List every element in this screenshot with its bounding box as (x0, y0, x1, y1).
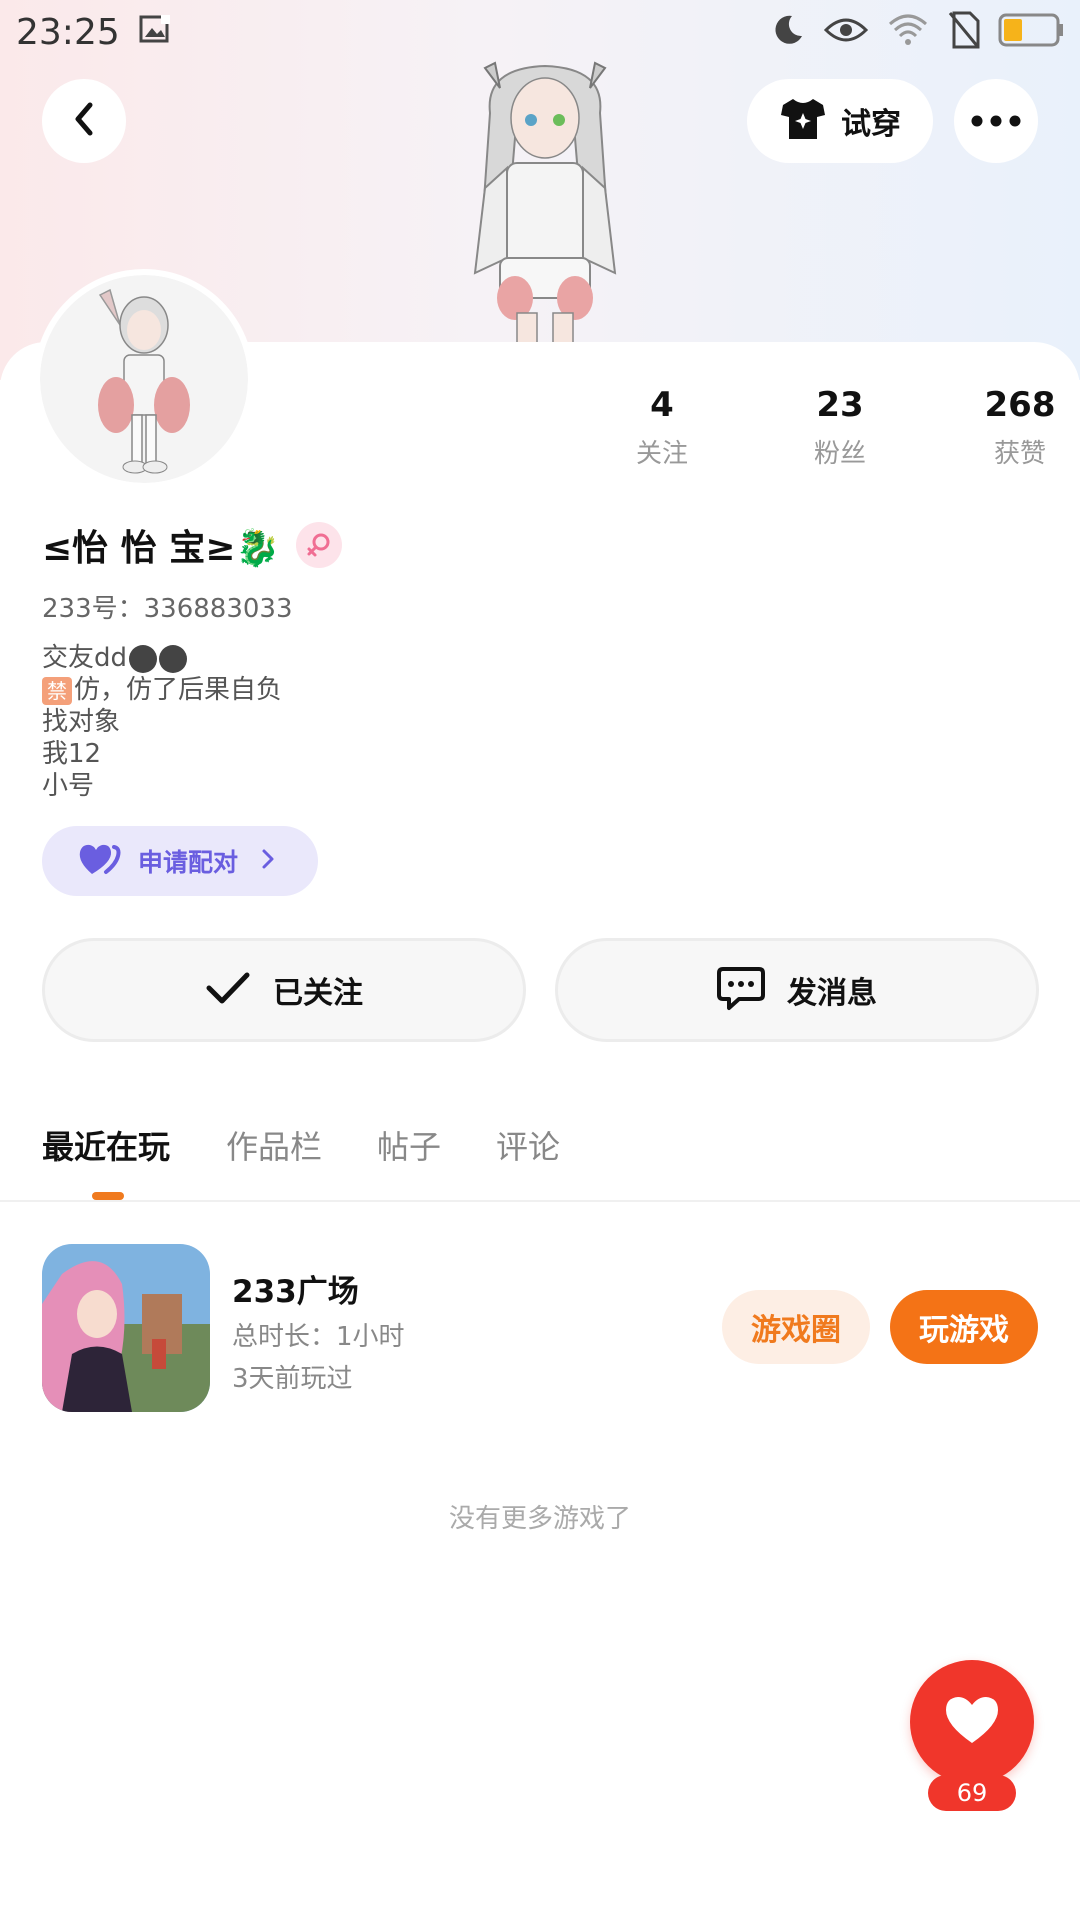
game-duration: 总时长：1小时 (232, 1322, 405, 1352)
status-time: 23:25 (16, 11, 120, 53)
more-options-button[interactable] (954, 79, 1038, 163)
game-icon[interactable] (42, 1244, 210, 1412)
chat-bubble-icon (717, 965, 765, 1015)
tab-works[interactable]: 作品栏 (226, 1122, 322, 1168)
stat-likes[interactable]: 268 获赞 (940, 385, 1080, 470)
ban-mark: 禁 (42, 676, 72, 705)
active-tab-indicator (92, 1192, 124, 1200)
try-on-button[interactable]: 试穿 (747, 79, 933, 163)
tab-comments[interactable]: 评论 (496, 1122, 560, 1168)
eye-icon (823, 14, 869, 50)
profile-bio: 交友dd 禁仿，仿了后果自负 找对象 我12 小号 (42, 642, 282, 802)
header-avatar-character (445, 58, 645, 349)
profile-uid: 233号：336883033 (42, 594, 293, 624)
game-title: 233广场 (232, 1274, 359, 1310)
stat-likes-label: 获赞 (993, 439, 1046, 469)
female-gender-icon (296, 522, 343, 568)
profile-tabs: 最近在玩 作品栏 帖子 评论 (0, 1110, 1080, 1202)
stat-fans-label: 粉丝 (813, 439, 866, 469)
bio-line-3: 找对象 (42, 707, 121, 737)
bio-line-1: 交友dd (42, 642, 282, 674)
bio-line-1-text: 交友dd (42, 643, 128, 673)
do-not-disturb-icon (770, 12, 806, 52)
chevron-right-icon (260, 848, 276, 874)
back-button[interactable] (42, 79, 126, 163)
profile-name: ≤怡 怡 宝≥🐉 (42, 528, 281, 569)
stat-following-label: 关注 (635, 439, 688, 469)
wifi-icon (886, 12, 930, 52)
face-emoji-icon (129, 644, 158, 673)
no-more-games-text: 没有更多游戏了 (448, 1504, 631, 1534)
status-icons (770, 11, 1064, 53)
stat-fans[interactable]: 23 粉丝 (760, 385, 920, 470)
apply-pair-label: 申请配对 (138, 848, 239, 877)
name-row: ≤怡 怡 宝≥🐉 (42, 520, 343, 570)
send-message-button[interactable]: 发消息 (555, 938, 1039, 1042)
face-emoji-icon (159, 644, 188, 673)
game-last-played: 3天前玩过 (232, 1364, 353, 1394)
send-message-label: 发消息 (787, 976, 877, 1011)
check-icon (205, 971, 251, 1009)
like-button[interactable] (910, 1660, 1034, 1784)
bio-line-4: 我12 (42, 739, 102, 769)
more-dots-icon (971, 112, 1021, 131)
tab-posts[interactable]: 帖子 (377, 1122, 441, 1168)
double-heart-icon (78, 842, 122, 880)
image-notification-icon (138, 13, 172, 51)
profile-avatar[interactable] (40, 275, 248, 483)
status-bar: 23:25 (0, 0, 1080, 64)
stat-following-value: 4 (650, 385, 674, 425)
stat-likes-value: 268 (984, 385, 1056, 425)
stat-following[interactable]: 4 关注 (582, 385, 742, 470)
bio-line-2: 禁仿，仿了后果自负 (42, 674, 282, 706)
game-circle-button[interactable]: 游戏圈 (722, 1290, 870, 1364)
bio-line-2-text: 仿，仿了后果自负 (74, 675, 283, 705)
followed-label: 已关注 (273, 976, 363, 1011)
followed-button[interactable]: 已关注 (42, 938, 526, 1042)
game-list-item[interactable]: 233广场 总时长：1小时 3天前玩过 游戏圈 玩游戏 (0, 1244, 1080, 1412)
battery-icon (998, 13, 1064, 51)
shirt-sparkle-icon (779, 97, 827, 145)
apply-pair-button[interactable]: 申请配对 (42, 826, 318, 896)
no-sim-icon (948, 11, 980, 53)
stat-fans-value: 23 (816, 385, 864, 425)
tab-recently-played[interactable]: 最近在玩 (42, 1122, 170, 1168)
heart-icon (944, 1695, 1000, 1749)
bio-line-5: 小号 (42, 771, 95, 801)
try-on-label: 试穿 (841, 107, 901, 142)
profile-stats: 4 关注 23 粉丝 268 获赞 (540, 385, 1080, 485)
chevron-left-icon (68, 99, 100, 143)
play-game-button[interactable]: 玩游戏 (890, 1290, 1038, 1364)
like-count-badge: 69 (928, 1775, 1016, 1811)
